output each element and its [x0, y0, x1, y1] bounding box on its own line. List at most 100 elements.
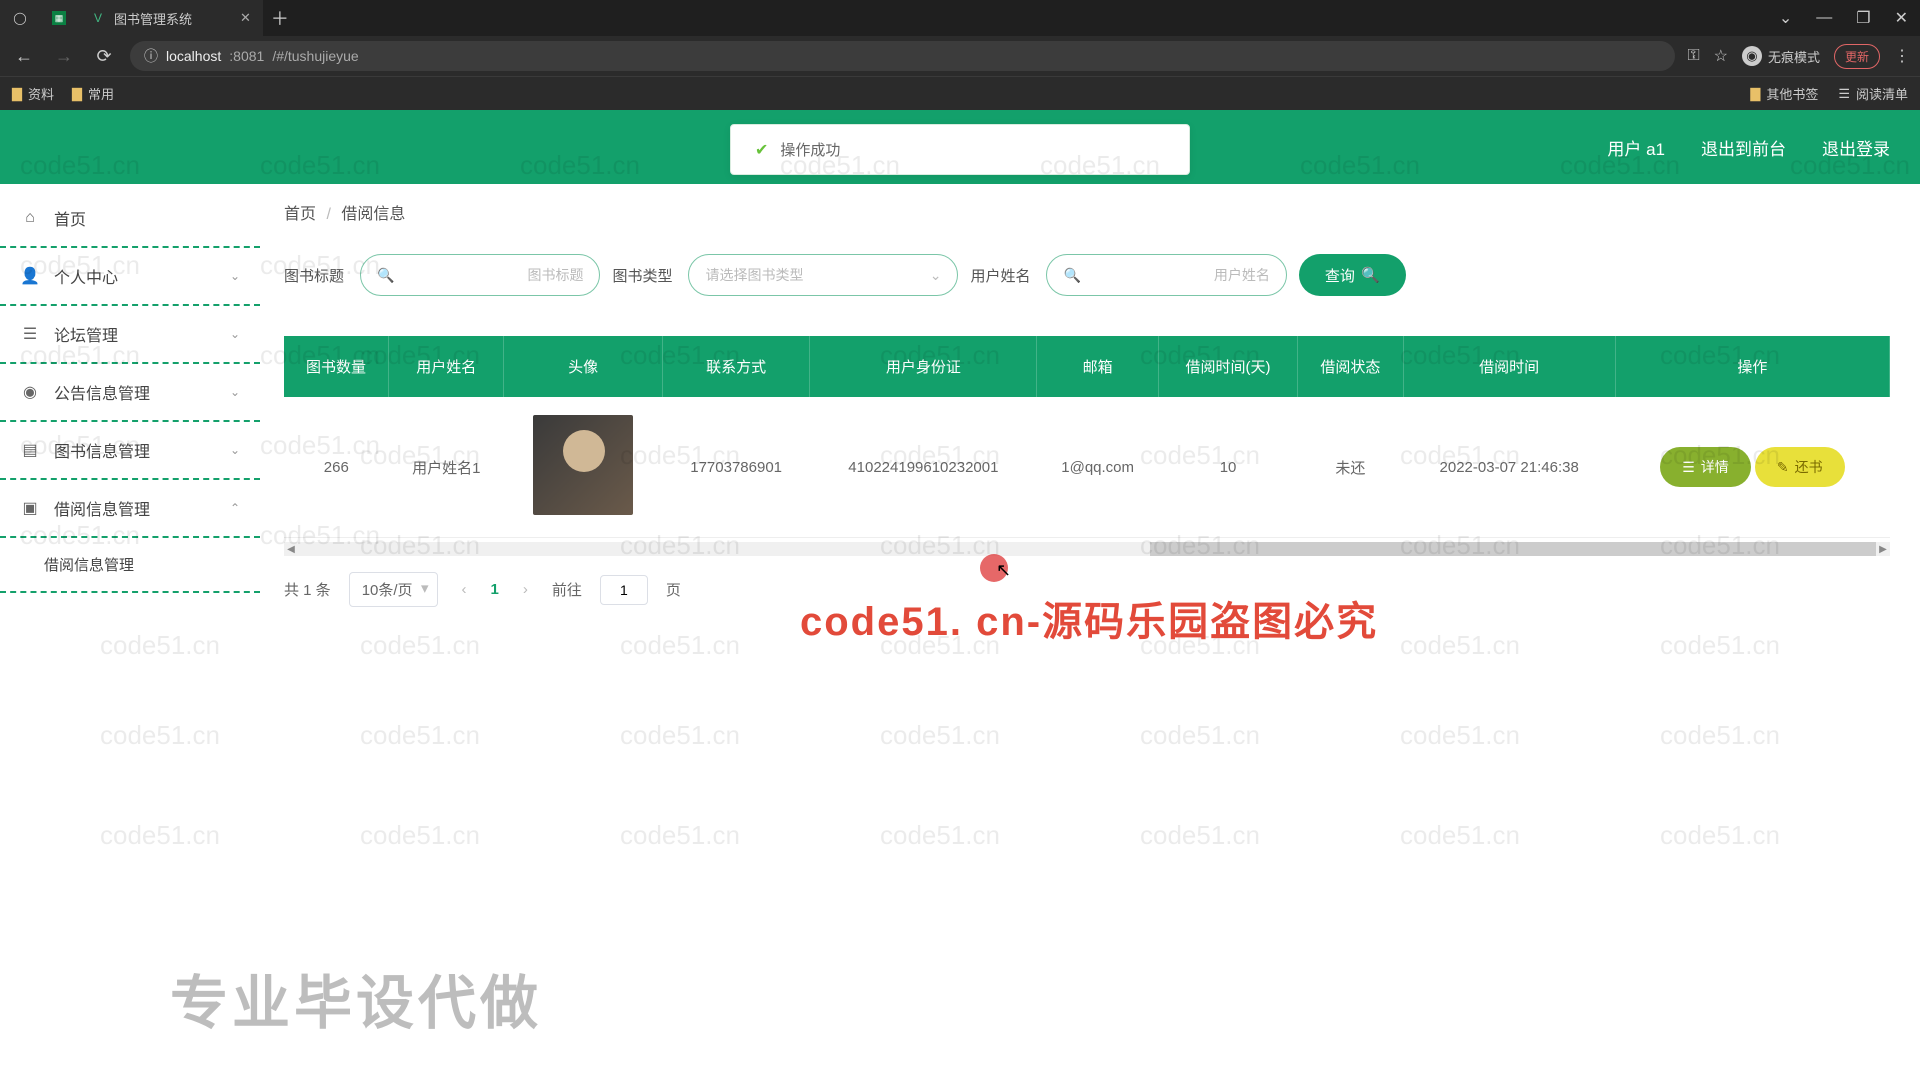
tab-prev[interactable]: ◯: [0, 0, 40, 36]
bookmark-bar: ▇ 资料 ▇常用 ▇其他书签 ☰阅读清单: [0, 76, 1920, 110]
header-links: 用户 a1 退出到前台 退出登录: [1607, 135, 1890, 160]
prev-page-button[interactable]: ‹: [456, 581, 473, 598]
sidebar: ⌂首页 👤个人中心⌄ ☰论坛管理⌄ ◉公告信息管理⌄ ▤图书信息管理⌄ ▣借阅信…: [0, 184, 260, 1080]
bookmark-label: 其他书签: [1766, 84, 1818, 103]
sidebar-item-label: 借阅信息管理: [54, 496, 150, 520]
page-size-select[interactable]: 10条/页: [349, 572, 438, 607]
tab-active[interactable]: V 图书管理系统 ✕: [78, 0, 263, 36]
search-button[interactable]: 查询🔍: [1299, 254, 1406, 296]
sidebar-item-home[interactable]: ⌂ 首页: [0, 190, 260, 248]
sidebar-item-label: 首页: [54, 206, 86, 230]
logout-link[interactable]: 退出登录: [1822, 135, 1890, 160]
sidebar-item-book[interactable]: ▤图书信息管理⌄: [0, 422, 260, 480]
bookmark-folder-1[interactable]: ▇ 资料: [12, 84, 54, 103]
chevron-up-icon: ⌃: [230, 501, 240, 515]
detail-button[interactable]: ☰详情: [1660, 447, 1751, 487]
chevron-down-icon: ⌄: [230, 385, 240, 399]
site-info-icon[interactable]: ⓘ: [144, 46, 158, 66]
menu-icon[interactable]: ⋮: [1894, 46, 1910, 66]
sidebar-item-borrow[interactable]: ▣借阅信息管理⌃: [0, 480, 260, 538]
th-contact: 联系方式: [662, 336, 809, 397]
check-circle-icon: ✔: [755, 140, 768, 160]
scroll-right-icon[interactable]: ▶: [1876, 544, 1890, 555]
chevron-down-icon: ⌄: [230, 269, 240, 283]
layout: ⌂首页 👤个人中心⌄ ☰论坛管理⌄ ◉公告信息管理⌄ ▤图书信息管理⌄ ▣借阅信…: [0, 184, 1920, 1080]
label-user-name: 用户姓名: [970, 265, 1030, 286]
main-content: 首页 / 借阅信息 图书标题 🔍 图书类型 请选择图书类型 ⌄ 用户姓名 🔍 查…: [260, 184, 1920, 1080]
url-host: localhost: [166, 48, 221, 64]
sidebar-item-label: 借阅信息管理: [44, 554, 134, 575]
tabs-dropdown-icon[interactable]: ⌄: [1779, 8, 1792, 28]
page-current[interactable]: 1: [491, 581, 499, 598]
th-ops: 操作: [1615, 336, 1889, 397]
breadcrumb-separator: /: [326, 206, 330, 223]
edit-icon: ✎: [1777, 459, 1789, 476]
folder-icon: ▇: [12, 86, 22, 102]
cell-status: 未还: [1298, 397, 1403, 538]
user-label[interactable]: 用户 a1: [1607, 135, 1665, 160]
label-book-type: 图书类型: [612, 265, 672, 286]
goto-suffix: 页: [666, 579, 681, 600]
cell-avatar: [504, 397, 663, 538]
detail-label: 详情: [1701, 457, 1729, 477]
input-book-title-wrap: 🔍: [360, 254, 600, 296]
back-icon[interactable]: ←: [10, 42, 38, 70]
th-idcard: 用户身份证: [810, 336, 1037, 397]
search-icon: 🔍: [377, 267, 394, 284]
breadcrumb: 首页 / 借阅信息: [284, 200, 1890, 224]
input-user-name-wrap: 🔍: [1046, 254, 1286, 296]
th-days: 借阅时间(天): [1158, 336, 1297, 397]
list-icon: ☰: [1838, 86, 1850, 102]
search-row: 图书标题 🔍 图书类型 请选择图书类型 ⌄ 用户姓名 🔍 查询🔍: [284, 254, 1890, 296]
sidebar-item-forum[interactable]: ☰论坛管理⌄: [0, 306, 260, 364]
bookmark-label: 资料: [28, 84, 54, 103]
bookmark-other[interactable]: ▇其他书签: [1750, 84, 1818, 103]
sidebar-item-personal[interactable]: 👤个人中心⌄: [0, 248, 260, 306]
sidebar-item-borrow-sub[interactable]: 借阅信息管理: [0, 538, 260, 593]
exit-front-link[interactable]: 退出到前台: [1701, 135, 1786, 160]
star-icon[interactable]: ☆: [1714, 46, 1728, 66]
scrollbar-thumb[interactable]: [1150, 542, 1876, 556]
forward-icon[interactable]: →: [50, 42, 78, 70]
browser-chrome: ◯ ▦ V 图书管理系统 ✕ ＋ ⌄ — ❐ ✕ ← → ⟳ ⓘ localho…: [0, 0, 1920, 110]
search-label: 查询: [1325, 265, 1355, 286]
pagination: 共 1 条 10条/页 ‹ 1 › 前往 页: [284, 572, 1890, 607]
minimize-icon[interactable]: —: [1816, 9, 1832, 27]
cell-ops: ☰详情 ✎ 还书: [1615, 397, 1889, 538]
th-avatar: 头像: [504, 336, 663, 397]
cell-idcard: 410224199610232001: [810, 397, 1037, 538]
return-button[interactable]: ✎ 还书: [1755, 447, 1845, 487]
footer-watermark: 专业毕设代做: [170, 956, 542, 1040]
close-window-icon[interactable]: ✕: [1895, 8, 1908, 28]
reload-icon[interactable]: ⟳: [90, 42, 118, 70]
cell-days: 10: [1158, 397, 1297, 538]
window-controls: ⌄ — ❐ ✕: [1779, 8, 1920, 28]
url-port: :8081: [229, 48, 264, 64]
globe-icon: ◯: [12, 10, 28, 26]
select-book-type[interactable]: 请选择图书类型 ⌄: [688, 254, 958, 296]
avatar-image[interactable]: [533, 415, 633, 515]
input-book-title[interactable]: [402, 267, 583, 283]
key-icon[interactable]: ⚿: [1687, 47, 1699, 65]
breadcrumb-home[interactable]: 首页: [284, 206, 316, 223]
input-user-name[interactable]: [1089, 267, 1270, 283]
tab-sheets[interactable]: ▦: [40, 0, 78, 36]
return-label: 还书: [1795, 457, 1823, 477]
url-input[interactable]: ⓘ localhost:8081/#/tushujieyue: [130, 41, 1675, 71]
sidebar-item-notice[interactable]: ◉公告信息管理⌄: [0, 364, 260, 422]
close-icon[interactable]: ✕: [240, 10, 251, 26]
scroll-left-icon[interactable]: ◀: [284, 544, 298, 555]
goto-page-input[interactable]: [600, 575, 648, 605]
horizontal-scrollbar[interactable]: ◀ ▶: [284, 542, 1890, 556]
bookmark-label: 常用: [88, 84, 114, 103]
bookmark-reading-list[interactable]: ☰阅读清单: [1838, 84, 1908, 103]
cell-btime: 2022-03-07 21:46:38: [1403, 397, 1615, 538]
update-button[interactable]: 更新: [1834, 44, 1880, 69]
maximize-icon[interactable]: ❐: [1856, 8, 1870, 28]
next-page-button[interactable]: ›: [517, 581, 534, 598]
incognito-badge[interactable]: ◉ 无痕模式: [1742, 46, 1820, 66]
incognito-icon: ◉: [1742, 46, 1762, 66]
home-icon: ⌂: [20, 209, 40, 227]
new-tab-button[interactable]: ＋: [271, 5, 289, 31]
bookmark-folder-2[interactable]: ▇常用: [72, 84, 114, 103]
